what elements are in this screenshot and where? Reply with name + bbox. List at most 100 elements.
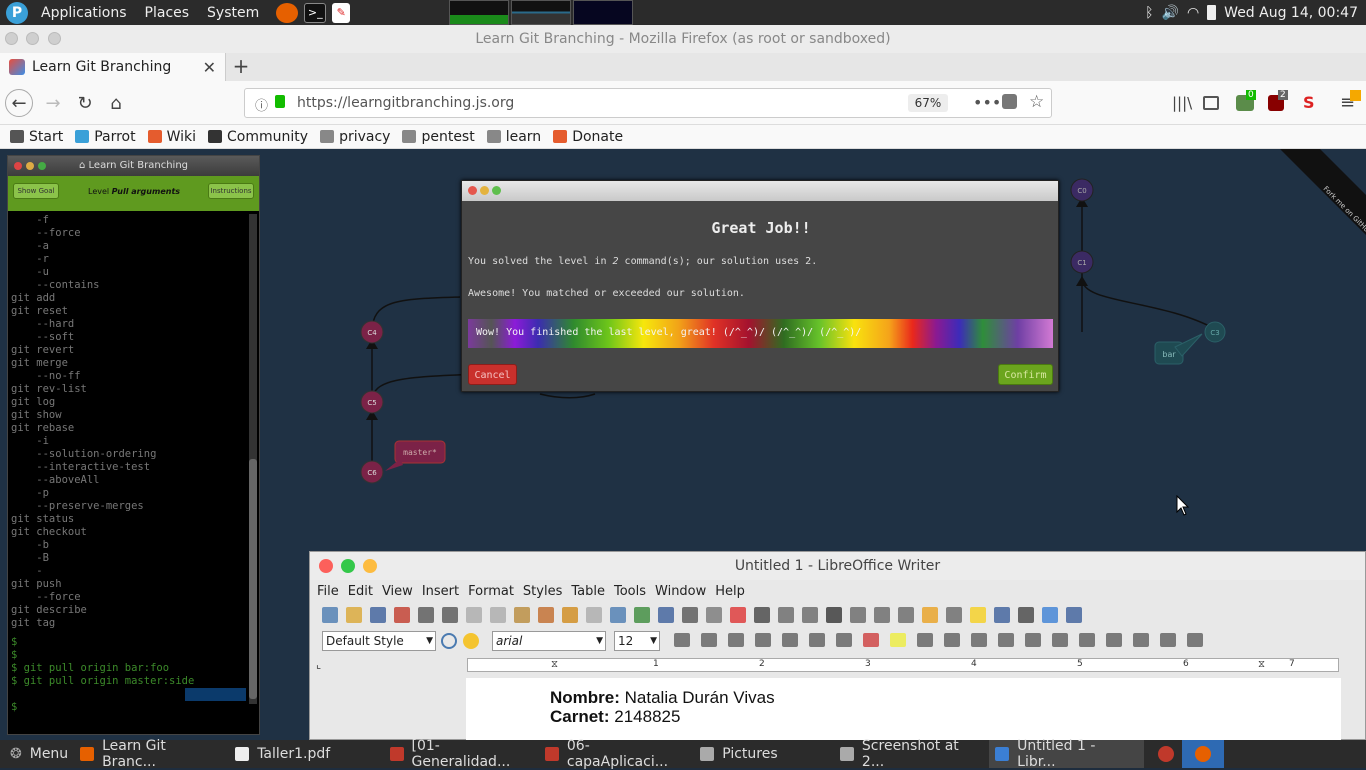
library-icon[interactable]: |||\ — [1172, 94, 1192, 112]
strikethrough-icon[interactable] — [755, 633, 771, 647]
show-goal-button[interactable]: Show Goal — [13, 183, 59, 199]
bookmark-learn[interactable]: learn — [486, 129, 541, 145]
bluetooth-icon[interactable]: ᛒ — [1145, 5, 1153, 21]
indent-marker-icon[interactable]: ⧖ — [1258, 659, 1265, 670]
update-style-icon[interactable] — [441, 633, 457, 649]
cross-reference-icon[interactable] — [946, 607, 962, 623]
outline-icon[interactable] — [809, 633, 825, 647]
redo-icon[interactable] — [586, 607, 602, 623]
menu-window[interactable]: Window — [655, 584, 706, 599]
document-page[interactable]: Nombre: Natalia Durán Vivas Carnet: 2148… — [466, 678, 1341, 741]
pocket-icon[interactable] — [1002, 94, 1017, 109]
new-tab-button[interactable]: + — [230, 55, 252, 77]
taskbar-item[interactable]: Screenshot at 2... — [834, 738, 989, 770]
align-center-icon[interactable] — [998, 633, 1014, 647]
window-minimize-button[interactable] — [26, 32, 39, 45]
cut-icon[interactable] — [466, 607, 482, 623]
print-icon[interactable] — [418, 607, 434, 623]
menu-view[interactable]: View — [382, 584, 413, 599]
battery-icon[interactable] — [1207, 5, 1217, 20]
home-button[interactable]: ⌂ — [102, 89, 130, 117]
volume-icon[interactable]: 🔊 — [1162, 5, 1179, 21]
find-replace-icon[interactable] — [610, 607, 626, 623]
taskbar-item[interactable]: Taller1.pdf — [229, 740, 384, 768]
instructions-button[interactable]: Instructions — [208, 183, 254, 199]
bookmark-donate[interactable]: Donate — [553, 129, 623, 145]
track-changes-icon[interactable] — [994, 607, 1010, 623]
bookmark-star-icon[interactable]: ☆ — [1029, 92, 1044, 112]
info-icon[interactable]: ⓘ — [255, 95, 268, 114]
forward-button[interactable]: → — [39, 89, 67, 117]
tab-stop-icon[interactable]: ⌞ — [316, 658, 321, 671]
page-actions-icon[interactable]: ••• — [973, 93, 1001, 112]
places-menu[interactable]: Places — [136, 5, 199, 21]
panel-maximize-icon[interactable] — [38, 162, 46, 170]
bullets-icon[interactable] — [917, 633, 933, 647]
shield-extension-icon[interactable]: S — [1303, 93, 1315, 112]
insert-field-icon[interactable] — [802, 607, 818, 623]
taskbar-item[interactable]: 06-capaAplicaci... — [539, 738, 694, 770]
indent-marker-icon[interactable]: ⧖ — [551, 659, 558, 670]
confirm-button[interactable]: Confirm — [998, 364, 1053, 385]
bookmark-icon[interactable] — [922, 607, 938, 623]
basic-shapes-icon[interactable] — [1042, 607, 1058, 623]
window-maximize-button[interactable] — [48, 32, 61, 45]
italic-icon[interactable] — [701, 633, 717, 647]
history-entry[interactable]: $ — [11, 649, 246, 662]
paragraph-style-select[interactable]: Default Style ▼ — [322, 631, 436, 651]
menu-table[interactable]: Table — [571, 584, 605, 599]
menu-file[interactable]: File — [317, 584, 339, 599]
insert-table-icon[interactable] — [682, 607, 698, 623]
undo-icon[interactable] — [562, 607, 578, 623]
dialog-maximize-icon[interactable] — [492, 186, 501, 195]
system-menu[interactable]: System — [198, 5, 268, 21]
panel-minimize-icon[interactable] — [26, 162, 34, 170]
paste-icon[interactable] — [514, 607, 530, 623]
wifi-icon[interactable]: ◠ — [1187, 5, 1199, 21]
name-line[interactable]: Nombre: Natalia Durán Vivas — [550, 688, 775, 708]
highlight-icon[interactable] — [890, 633, 906, 647]
taskbar-item[interactable]: [01-Generalidad... — [384, 738, 539, 770]
reload-button[interactable]: ↻ — [71, 89, 99, 117]
increase-indent-icon[interactable] — [1106, 633, 1122, 647]
cancel-button[interactable]: Cancel — [468, 364, 517, 385]
bookmark-start[interactable]: Start — [10, 129, 63, 145]
justify-icon[interactable] — [1052, 633, 1068, 647]
text-editor-launcher-icon[interactable]: ✎ — [332, 2, 351, 23]
tab-learn-git-branching[interactable]: Learn Git Branching ✕ — [0, 53, 226, 81]
font-name-select[interactable]: arial ▼ — [492, 631, 606, 651]
tray-firefox-icon[interactable] — [1182, 740, 1224, 768]
print-preview-icon[interactable] — [442, 607, 458, 623]
menu-insert[interactable]: Insert — [422, 584, 459, 599]
menu-styles[interactable]: Styles — [523, 584, 562, 599]
numbering-icon[interactable] — [944, 633, 960, 647]
align-right-icon[interactable] — [1025, 633, 1041, 647]
clear-formatting-icon[interactable] — [836, 633, 852, 647]
writer-maximize-button[interactable] — [341, 559, 355, 573]
carnet-line[interactable]: Carnet: 2148825 — [550, 707, 680, 727]
endnote-icon[interactable] — [898, 607, 914, 623]
save-icon[interactable] — [370, 607, 386, 623]
copy-icon[interactable] — [490, 607, 506, 623]
menu-format[interactable]: Format — [468, 584, 514, 599]
history-entry[interactable] — [11, 688, 246, 701]
history-entry[interactable]: $ git pull origin bar:foo — [11, 662, 246, 675]
clone-format-icon[interactable] — [538, 607, 554, 623]
insert-image-icon[interactable] — [706, 607, 722, 623]
formatting-marks-icon[interactable] — [658, 607, 674, 623]
font-color-icon[interactable] — [863, 633, 879, 647]
history-entry[interactable]: $ git pull origin master:side — [11, 675, 246, 688]
insert-chart-icon[interactable] — [730, 607, 746, 623]
taskbar-item[interactable]: Untitled 1 - Libr... — [989, 738, 1145, 770]
bookmark-parrot[interactable]: Parrot — [75, 129, 136, 145]
taskbar-item[interactable]: Learn Git Branc... — [74, 738, 229, 770]
spelling-icon[interactable] — [634, 607, 650, 623]
firefox-launcher-icon[interactable] — [276, 2, 299, 23]
level-indicator[interactable]: Level Pull arguments — [88, 187, 180, 196]
scrollbar-thumb[interactable] — [249, 459, 257, 699]
terminal-launcher-icon[interactable]: >_ — [304, 2, 327, 23]
history-entry[interactable]: $ — [11, 636, 246, 649]
history-entry[interactable]: $ — [11, 701, 246, 714]
open-icon[interactable] — [346, 607, 362, 623]
clock[interactable]: Wed Aug 14, 00:47 — [1224, 5, 1358, 21]
